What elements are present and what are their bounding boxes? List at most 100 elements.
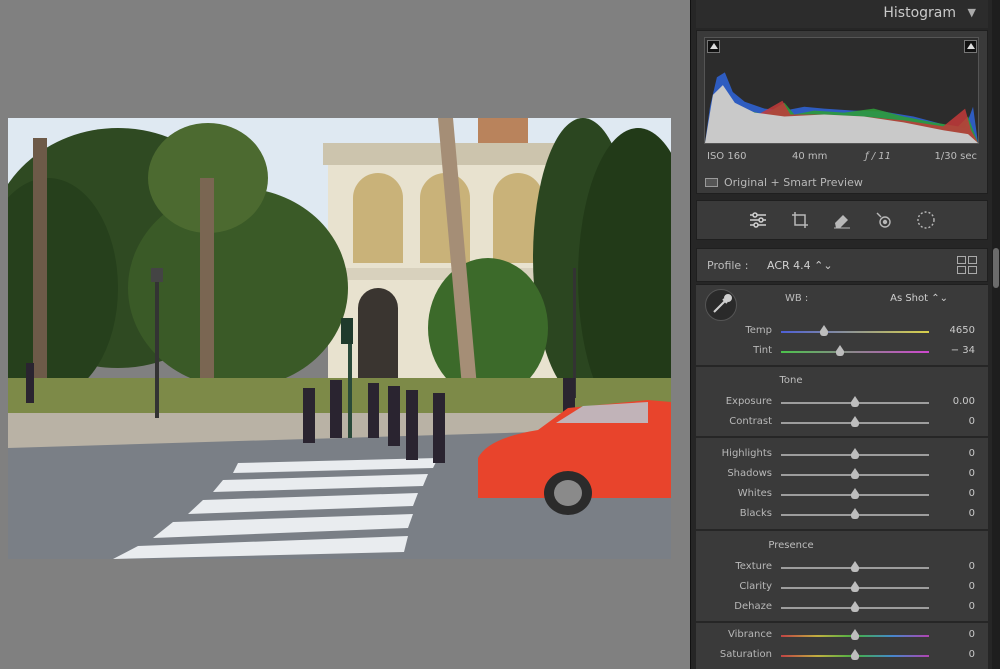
exposure-value[interactable]: 0.00 bbox=[953, 396, 975, 407]
white-balance-eyedropper-icon[interactable] bbox=[705, 289, 737, 321]
shadows-label: Shadows bbox=[727, 468, 772, 479]
vibrance-track[interactable] bbox=[781, 629, 929, 640]
photo-preview[interactable] bbox=[8, 118, 671, 559]
whites-thumb[interactable] bbox=[851, 488, 859, 499]
highlights-thumb[interactable] bbox=[851, 448, 859, 459]
exposure-track[interactable] bbox=[781, 396, 929, 407]
profile-dropdown[interactable]: ACR 4.4 ⌃⌄ bbox=[767, 259, 833, 272]
street-scene-photo bbox=[8, 118, 671, 559]
blacks-value[interactable]: 0 bbox=[969, 508, 975, 519]
dehaze-value[interactable]: 0 bbox=[969, 601, 975, 612]
exposure-label: Exposure bbox=[725, 396, 772, 407]
red-eye-icon[interactable] bbox=[874, 210, 894, 230]
saturation-slider-row[interactable]: Saturation 0 bbox=[696, 647, 988, 665]
heal-eraser-icon[interactable] bbox=[832, 210, 852, 230]
texture-track[interactable] bbox=[781, 561, 929, 572]
contrast-thumb[interactable] bbox=[851, 416, 859, 427]
vibrance-label: Vibrance bbox=[728, 629, 772, 640]
texture-slider-row[interactable]: Texture 0 bbox=[696, 559, 988, 577]
wb-label: WB : bbox=[785, 293, 809, 304]
collapse-triangle-icon[interactable]: ▼ bbox=[968, 6, 976, 19]
histogram-title: Histogram bbox=[883, 5, 956, 21]
highlights-label: Highlights bbox=[721, 448, 772, 459]
blacks-thumb[interactable] bbox=[851, 508, 859, 519]
highlights-value[interactable]: 0 bbox=[969, 448, 975, 459]
clarity-value[interactable]: 0 bbox=[969, 581, 975, 592]
wb-dropdown[interactable]: As Shot ⌃⌄ bbox=[890, 293, 948, 304]
whites-track[interactable] bbox=[781, 488, 929, 499]
temp-slider-row[interactable]: Temp 4650 bbox=[696, 323, 988, 341]
saturation-label: Saturation bbox=[719, 649, 772, 660]
whites-slider-row[interactable]: Whites 0 bbox=[696, 486, 988, 504]
saturation-thumb[interactable] bbox=[851, 649, 859, 660]
highlight-clipping-toggle[interactable] bbox=[964, 40, 977, 53]
blacks-track[interactable] bbox=[781, 508, 929, 519]
edit-sliders-icon[interactable] bbox=[748, 210, 768, 230]
clarity-track[interactable] bbox=[781, 581, 929, 592]
temp-value[interactable]: 4650 bbox=[950, 325, 975, 336]
vibrance-thumb[interactable] bbox=[851, 629, 859, 640]
panel-scrollbar-thumb[interactable] bbox=[993, 248, 999, 288]
temp-thumb[interactable] bbox=[819, 325, 828, 336]
saturation-track[interactable] bbox=[781, 649, 929, 660]
temp-label: Temp bbox=[745, 325, 772, 336]
contrast-slider-row[interactable]: Contrast 0 bbox=[696, 414, 988, 432]
texture-value[interactable]: 0 bbox=[969, 561, 975, 572]
shadows-track[interactable] bbox=[781, 468, 929, 479]
exposure-thumb[interactable] bbox=[851, 396, 859, 407]
divider bbox=[696, 621, 988, 623]
dehaze-track[interactable] bbox=[781, 601, 929, 612]
tint-track[interactable] bbox=[781, 345, 929, 356]
histogram-curves bbox=[705, 72, 978, 143]
contrast-value[interactable]: 0 bbox=[969, 416, 975, 427]
temp-track[interactable] bbox=[781, 325, 929, 336]
develop-right-panel: Histogram ▼ ISO 160 40 mm ƒ / 11 1/30 se… bbox=[690, 0, 1000, 669]
blacks-slider-row[interactable]: Blacks 0 bbox=[696, 506, 988, 524]
dehaze-slider-row[interactable]: Dehaze 0 bbox=[696, 599, 988, 617]
masking-icon[interactable] bbox=[916, 210, 936, 230]
profile-label: Profile : bbox=[707, 259, 749, 272]
histogram-graph[interactable] bbox=[704, 37, 979, 144]
focal-length-readout: 40 mm bbox=[792, 151, 828, 162]
blacks-label: Blacks bbox=[739, 508, 772, 519]
smart-preview-icon bbox=[705, 178, 718, 187]
histogram-panel: ISO 160 40 mm ƒ / 11 1/30 sec Original +… bbox=[696, 30, 988, 194]
highlights-track[interactable] bbox=[781, 448, 929, 459]
tool-strip bbox=[696, 200, 988, 240]
vibrance-value[interactable]: 0 bbox=[969, 629, 975, 640]
tint-thumb[interactable] bbox=[836, 345, 845, 356]
tint-slider-row[interactable]: Tint − 34 bbox=[696, 343, 988, 361]
exposure-slider-row[interactable]: Exposure 0.00 bbox=[696, 394, 988, 412]
histogram-header[interactable]: Histogram ▼ bbox=[696, 0, 988, 28]
preview-status-text: Original + Smart Preview bbox=[724, 176, 863, 189]
shadows-slider-row[interactable]: Shadows 0 bbox=[696, 466, 988, 484]
whites-label: Whites bbox=[737, 488, 772, 499]
whites-value[interactable]: 0 bbox=[969, 488, 975, 499]
profile-browser-grid-icon[interactable] bbox=[957, 256, 977, 274]
shadow-clipping-toggle[interactable] bbox=[707, 40, 720, 53]
shutter-readout: 1/30 sec bbox=[934, 151, 978, 162]
dehaze-label: Dehaze bbox=[734, 601, 772, 612]
clarity-slider-row[interactable]: Clarity 0 bbox=[696, 579, 988, 597]
texture-label: Texture bbox=[735, 561, 772, 572]
iso-readout: ISO 160 bbox=[707, 151, 747, 162]
basic-adjustments-panel: WB : As Shot ⌃⌄ Temp 4650 Tint − 34 Tone… bbox=[696, 284, 988, 669]
panel-scrollbar[interactable] bbox=[992, 0, 1000, 669]
divider bbox=[696, 365, 988, 367]
contrast-label: Contrast bbox=[729, 416, 772, 427]
image-canvas[interactable] bbox=[0, 0, 690, 669]
clarity-thumb[interactable] bbox=[851, 581, 859, 592]
dehaze-thumb[interactable] bbox=[851, 601, 859, 612]
presence-group-title: Presence bbox=[768, 540, 814, 551]
divider bbox=[696, 529, 988, 531]
saturation-value[interactable]: 0 bbox=[969, 649, 975, 660]
highlights-slider-row[interactable]: Highlights 0 bbox=[696, 446, 988, 464]
shadows-thumb[interactable] bbox=[851, 468, 859, 479]
vibrance-slider-row[interactable]: Vibrance 0 bbox=[696, 627, 988, 645]
aperture-readout: ƒ / 11 bbox=[865, 151, 891, 162]
shadows-value[interactable]: 0 bbox=[969, 468, 975, 479]
contrast-track[interactable] bbox=[781, 416, 929, 427]
tint-value[interactable]: − 34 bbox=[951, 345, 975, 356]
crop-icon[interactable] bbox=[790, 210, 810, 230]
texture-thumb[interactable] bbox=[851, 561, 859, 572]
